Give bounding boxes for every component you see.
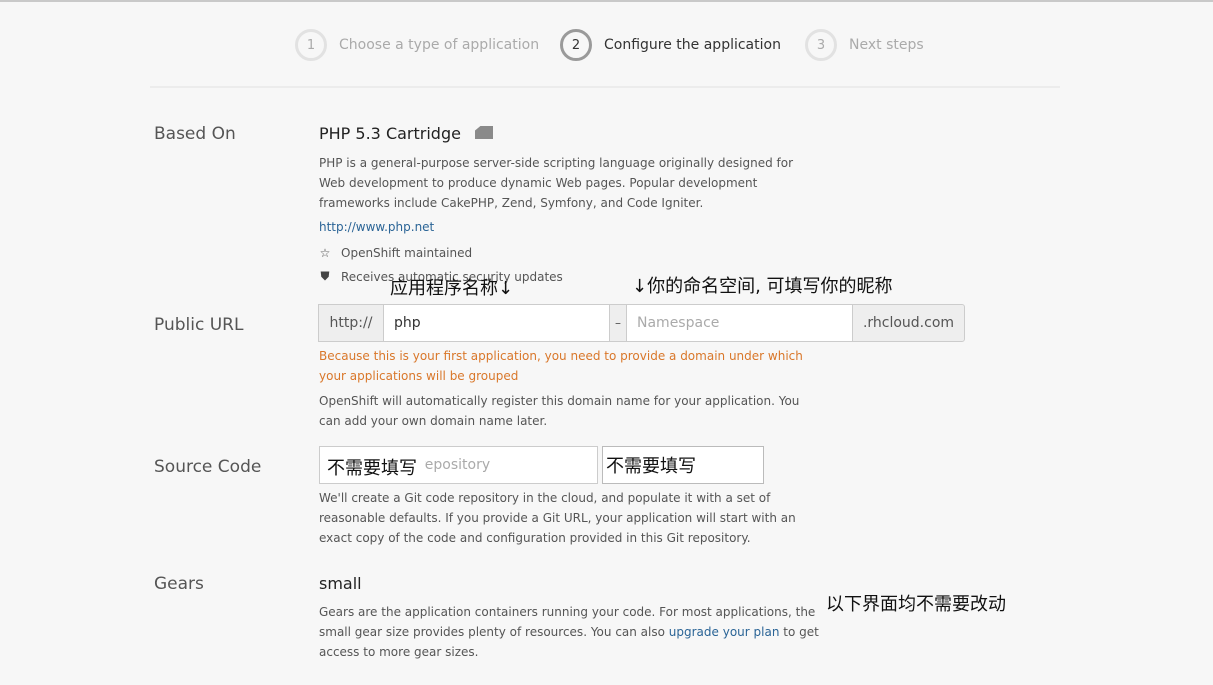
app-name-input[interactable] xyxy=(383,304,610,342)
steps-divider xyxy=(150,86,1060,88)
step-label: Configure the application xyxy=(604,37,781,53)
feature-maintained: ☆ OpenShift maintained xyxy=(319,246,473,260)
annotation-rest: 以下界面均不需要改动 xyxy=(826,594,1006,615)
shield-icon: ⛊ xyxy=(320,269,330,283)
star-outline-icon: ☆ xyxy=(319,246,331,260)
namespace-input[interactable] xyxy=(626,304,853,342)
url-prefix-addon: http:// xyxy=(318,304,384,342)
step-label: Next steps xyxy=(849,37,924,53)
public-url-label: Public URL xyxy=(154,315,244,335)
php-website-link[interactable]: http://www.php.net xyxy=(319,220,434,234)
step-number: 3 xyxy=(805,29,837,61)
step-label: Choose a type of application xyxy=(339,37,540,53)
gear-size-value: small xyxy=(319,574,362,593)
annotation-no-fill-2: 不需要填写 xyxy=(606,456,696,477)
annotation-namespace: ↓你的命名空间, 可填写你的昵称 xyxy=(632,276,893,297)
cartridge-title: PHP 5.3 Cartridge xyxy=(319,124,461,143)
source-code-label: Source Code xyxy=(154,457,262,477)
domain-help: OpenShift will automatically register th… xyxy=(319,394,800,428)
url-separator: – xyxy=(609,304,627,342)
step-number: 2 xyxy=(560,29,592,61)
annotation-app-name: 应用程序名称↓ xyxy=(390,278,514,299)
cartridge-icon xyxy=(475,126,493,139)
gears-label: Gears xyxy=(154,574,204,594)
domain-warning: Because this is your first application, … xyxy=(319,349,803,383)
feature-label: OpenShift maintained xyxy=(341,246,473,260)
annotation-no-fill-1: 不需要填写 xyxy=(327,458,417,479)
based-on-label: Based On xyxy=(154,124,236,144)
step-1[interactable]: 1 Choose a type of application xyxy=(295,28,539,62)
step-number: 1 xyxy=(295,29,327,61)
top-border xyxy=(0,0,1213,2)
cartridge-description: PHP is a general-purpose server-side scr… xyxy=(319,156,794,210)
step-2[interactable]: 2 Configure the application xyxy=(560,28,781,62)
step-3[interactable]: 3 Next steps xyxy=(805,28,924,62)
upgrade-plan-link[interactable]: upgrade your plan xyxy=(669,625,780,639)
source-code-help: We'll create a Git code repository in th… xyxy=(319,491,796,545)
url-suffix-addon: .rhcloud.com xyxy=(852,304,965,342)
gears-help: Gears are the application containers run… xyxy=(319,602,819,662)
